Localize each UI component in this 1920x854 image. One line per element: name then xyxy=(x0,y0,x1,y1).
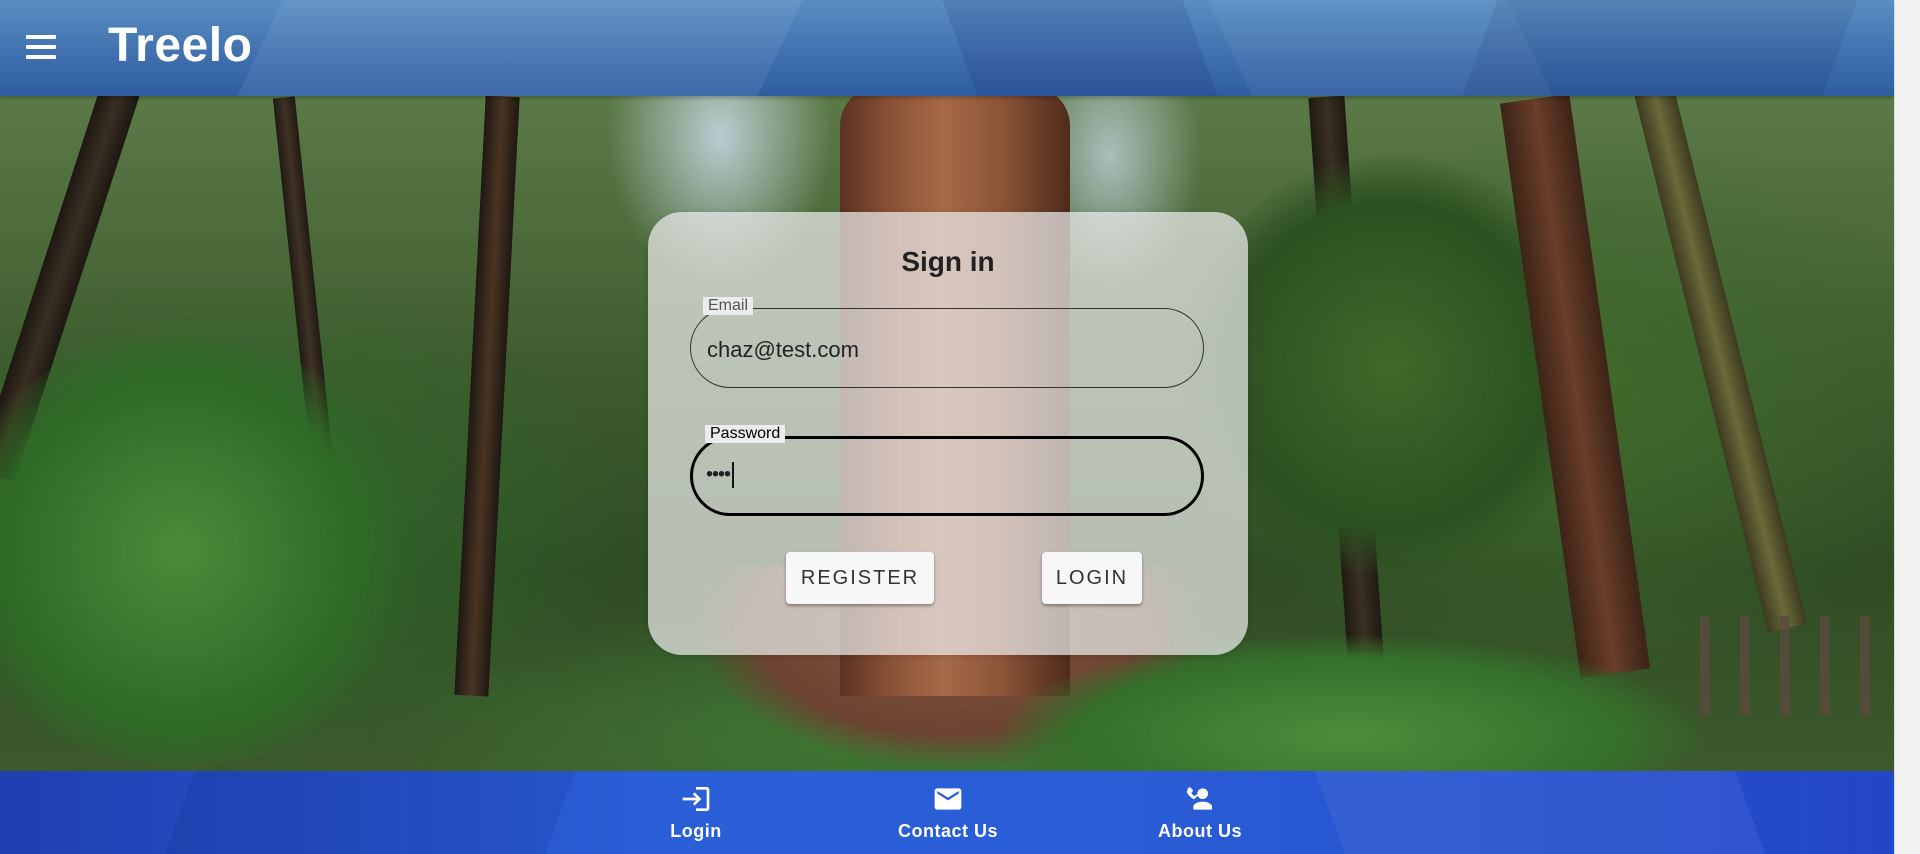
email-value: chaz@test.com xyxy=(707,337,859,362)
password-value-wrap: •••• xyxy=(706,462,735,488)
appbar-decoration xyxy=(237,0,803,96)
text-caret xyxy=(732,462,735,488)
nav-item-login[interactable]: Login xyxy=(626,783,766,842)
signin-title: Sign in xyxy=(901,246,995,277)
mail-icon xyxy=(934,788,962,810)
nav-label: Login xyxy=(670,821,722,841)
nav-item-about-us[interactable]: About Us xyxy=(1130,783,1270,842)
nav-item-contact-us[interactable]: Contact Us xyxy=(878,783,1018,842)
appbar-decoration xyxy=(1462,0,1858,96)
contact-phone-icon xyxy=(1186,787,1212,810)
nav-decoration xyxy=(164,771,576,854)
tree-trunk xyxy=(1632,96,1808,633)
app-title: Treelo xyxy=(108,19,253,72)
email-label: Email xyxy=(703,297,754,315)
nav-label: About Us xyxy=(1158,821,1242,841)
bottom-navigation: Login Contact Us About Us xyxy=(0,771,1894,854)
hamburger-menu-icon[interactable] xyxy=(26,35,56,59)
appbar-decoration xyxy=(942,0,1218,96)
login-button[interactable]: LOGIN xyxy=(1042,552,1142,604)
password-field[interactable]: Password •••• xyxy=(690,425,1204,516)
nav-decoration xyxy=(1314,771,1766,854)
password-label: Password xyxy=(705,425,786,443)
tree-trunk xyxy=(454,96,520,697)
register-button[interactable]: REGISTER xyxy=(786,552,934,604)
email-field[interactable]: Email chaz@test.com xyxy=(690,297,1204,388)
wooden-fence xyxy=(1700,616,1894,716)
app-bar: Treelo xyxy=(0,0,1894,96)
vertical-scrollbar[interactable] xyxy=(1894,0,1920,854)
login-icon xyxy=(682,787,710,811)
nav-label: Contact Us xyxy=(897,821,998,841)
password-value: •••• xyxy=(706,463,731,486)
foliage xyxy=(0,336,420,766)
signin-card: Sign in Email chaz@test.com Password •••… xyxy=(648,212,1248,655)
